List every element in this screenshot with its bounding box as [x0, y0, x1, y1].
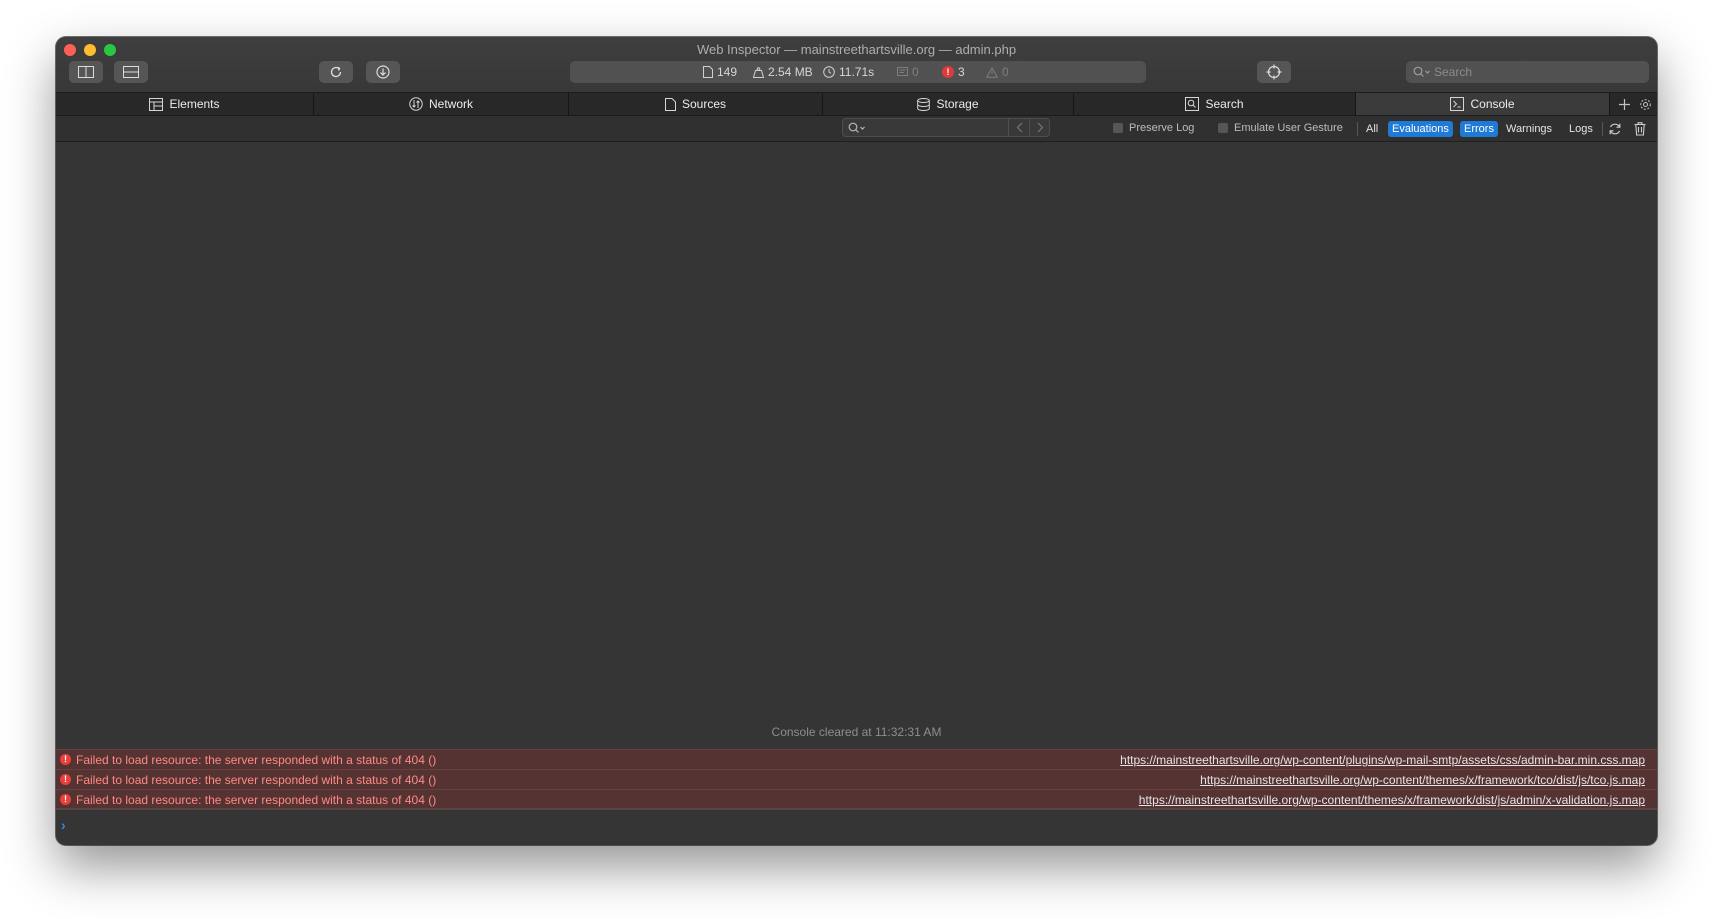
tab-elements[interactable]: Elements — [56, 93, 314, 115]
tab-bar: Elements Network Sources Storage Search … — [56, 92, 1657, 116]
tab-console[interactable]: Console — [1356, 93, 1610, 115]
console-error-message[interactable]: ! Failed to load resource: the server re… — [56, 749, 1657, 769]
toolbar-search-field[interactable] — [1406, 61, 1649, 83]
plus-icon — [1618, 98, 1630, 110]
search-icon — [1185, 97, 1200, 111]
warning-count-value: 0 — [1002, 65, 1009, 79]
load-time[interactable]: 11.71s — [823, 65, 874, 79]
toolbar-search-input[interactable] — [1434, 65, 1634, 79]
inspect-element-button[interactable] — [1257, 61, 1291, 83]
error-message-text: Failed to load resource: the server resp… — [76, 773, 437, 787]
console-filter-bar: Preserve Log Emulate User Gesture All Ev… — [56, 116, 1657, 142]
dock-side-icon — [78, 66, 94, 78]
storage-icon — [917, 97, 931, 111]
tab-sources[interactable]: Sources — [569, 93, 823, 115]
filter-separator — [1602, 122, 1603, 136]
error-icon: ! — [60, 794, 71, 805]
tab-storage[interactable]: Storage — [823, 93, 1074, 115]
weight-icon — [753, 66, 764, 78]
settings-button[interactable] — [1633, 93, 1657, 115]
web-inspector-window: Web Inspector — mainstreethartsville.org… — [56, 37, 1657, 845]
dock-bottom-icon — [123, 66, 139, 78]
warning-icon — [986, 66, 998, 78]
console-error-message[interactable]: ! Failed to load resource: the server re… — [56, 789, 1657, 809]
log-count-value: 0 — [912, 65, 919, 79]
gear-icon — [1639, 98, 1651, 110]
level-errors-button[interactable]: Errors — [1460, 121, 1498, 137]
activity-viewer: 149 2.54 MB 11.71s 0 ! 3 0 — [570, 61, 1146, 83]
log-count[interactable]: 0 — [897, 65, 919, 79]
clear-console-button[interactable] — [1632, 121, 1648, 137]
error-icon: ! — [60, 754, 71, 765]
tab-console-label: Console — [1470, 97, 1515, 111]
level-warnings-button[interactable]: Warnings — [1502, 121, 1556, 137]
tab-network-label: Network — [428, 97, 473, 111]
emulate-user-gesture-box[interactable] — [1218, 123, 1228, 133]
error-icon: ! — [942, 66, 954, 78]
resource-count-value: 149 — [717, 65, 738, 79]
tab-sources-label: Sources — [681, 97, 727, 111]
titlebar: Web Inspector — mainstreethartsville.org… — [56, 37, 1657, 92]
emulate-user-gesture-label: Emulate User Gesture — [1234, 122, 1343, 134]
tab-elements-label: Elements — [169, 97, 220, 111]
resource-count[interactable]: 149 — [703, 65, 737, 79]
target-icon — [1266, 64, 1282, 80]
elements-icon — [149, 97, 164, 111]
tab-network[interactable]: Network — [314, 93, 569, 115]
filter-icon — [848, 122, 865, 133]
resource-size-value: 2.54 MB — [768, 65, 813, 79]
error-source-link[interactable]: https://mainstreethartsville.org/wp-cont… — [1200, 773, 1645, 787]
reload-icon — [330, 66, 342, 78]
clear-on-reload-button[interactable] — [1607, 121, 1623, 137]
level-evaluations-button[interactable]: Evaluations — [1388, 121, 1453, 137]
refresh-icon — [1609, 123, 1621, 135]
preserve-log-checkbox[interactable]: Preserve Log — [1113, 122, 1194, 134]
document-icon — [703, 66, 713, 78]
console-filter-field[interactable] — [842, 118, 1050, 137]
error-source-link[interactable]: https://mainstreethartsville.org/wp-cont… — [1120, 753, 1645, 767]
tab-storage-label: Storage — [936, 97, 979, 111]
resource-size[interactable]: 2.54 MB — [753, 65, 813, 79]
dock-bottom-button[interactable] — [114, 61, 148, 83]
search-icon — [1413, 66, 1430, 77]
console-icon — [1450, 97, 1465, 111]
level-all-button[interactable]: All — [1362, 121, 1382, 137]
console-prompt[interactable]: › — [56, 809, 1657, 845]
log-icon — [897, 66, 908, 76]
chevron-right-icon — [1037, 122, 1043, 133]
preserve-log-box[interactable] — [1113, 123, 1123, 133]
filter-previous-button[interactable] — [1008, 119, 1029, 136]
trash-icon — [1634, 122, 1646, 136]
error-count[interactable]: ! 3 — [942, 65, 965, 79]
error-source-link[interactable]: https://mainstreethartsville.org/wp-cont… — [1139, 793, 1645, 807]
reload-button[interactable] — [319, 61, 353, 83]
network-icon — [409, 97, 423, 111]
preserve-log-label: Preserve Log — [1129, 122, 1195, 134]
prompt-chevron-icon: › — [61, 817, 66, 833]
error-message-text: Failed to load resource: the server resp… — [76, 793, 437, 807]
dock-side-button[interactable] — [69, 61, 103, 83]
warning-count[interactable]: 0 — [986, 65, 1009, 79]
error-icon: ! — [60, 774, 71, 785]
tab-search[interactable]: Search — [1074, 93, 1356, 115]
chevron-left-icon — [1016, 122, 1022, 133]
load-time-value: 11.71s — [839, 65, 875, 79]
console-filter-input[interactable] — [867, 121, 1012, 135]
sources-icon — [664, 97, 676, 111]
download-button[interactable] — [366, 61, 400, 83]
tab-search-label: Search — [1205, 97, 1244, 111]
download-icon — [376, 65, 390, 79]
console-cleared-notice: Console cleared at 11:32:31 AM — [771, 725, 942, 739]
error-count-value: 3 — [958, 65, 965, 79]
error-message-text: Failed to load resource: the server resp… — [76, 753, 437, 767]
filter-separator — [1357, 122, 1358, 136]
clock-icon — [823, 66, 835, 78]
window-title: Web Inspector — mainstreethartsville.org… — [696, 42, 1017, 57]
emulate-user-gesture-checkbox[interactable]: Emulate User Gesture — [1218, 122, 1343, 134]
level-logs-button[interactable]: Logs — [1565, 121, 1597, 137]
console-error-message[interactable]: ! Failed to load resource: the server re… — [56, 769, 1657, 789]
filter-next-button[interactable] — [1029, 119, 1050, 136]
